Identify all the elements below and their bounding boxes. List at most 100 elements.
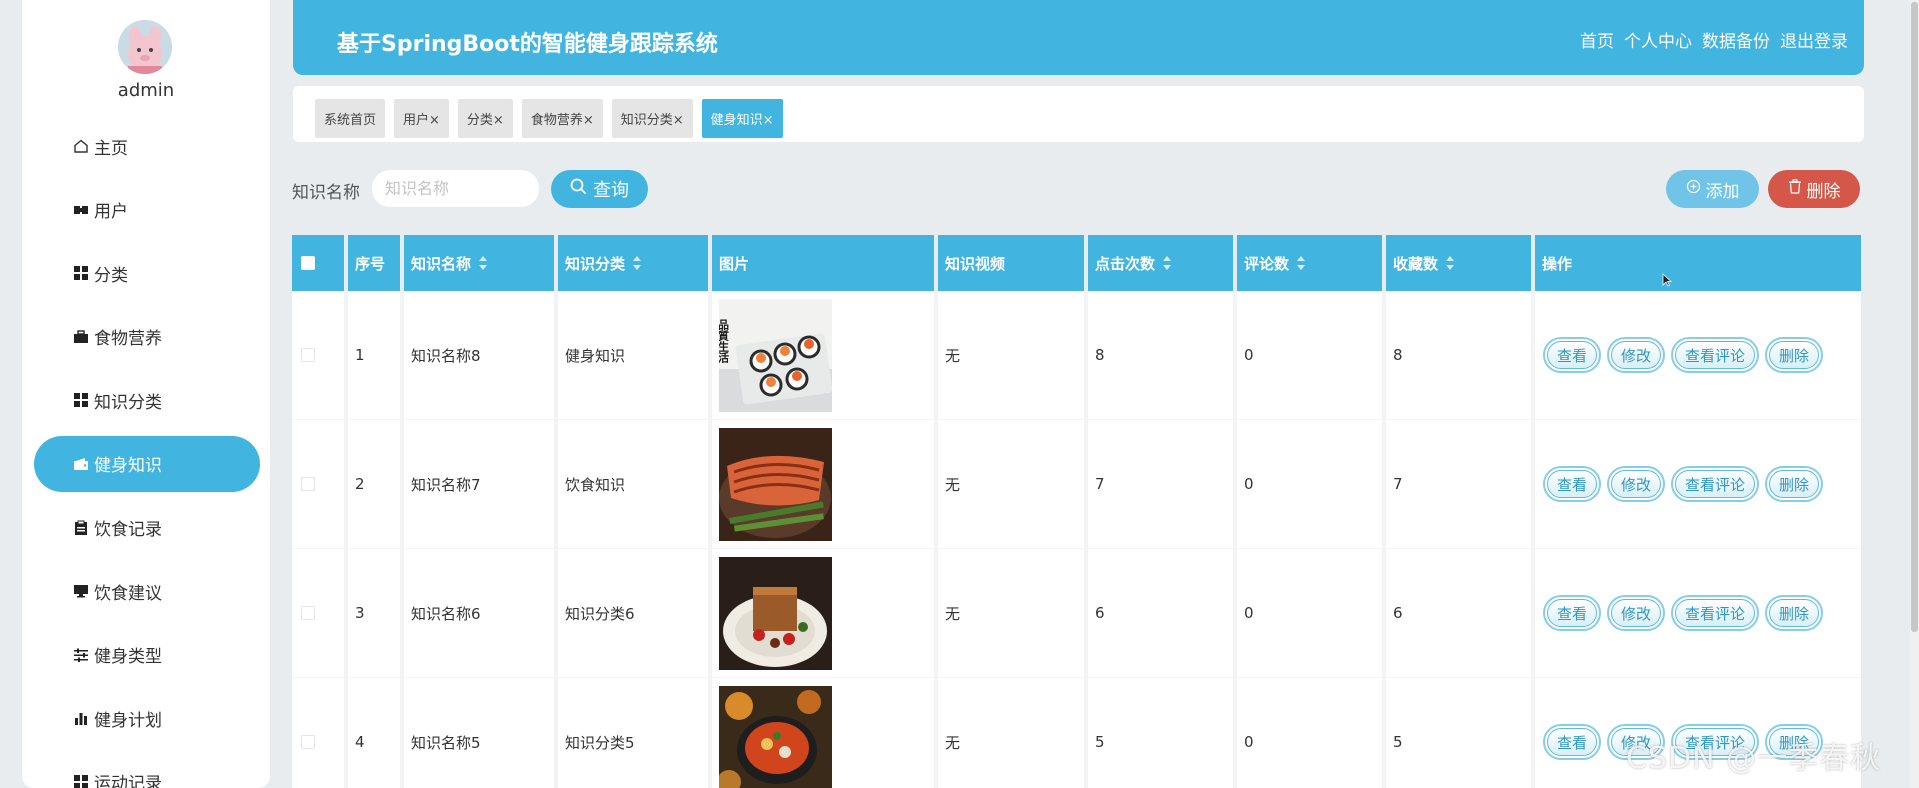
row-video: 无 — [938, 549, 1088, 678]
row-select-cell — [292, 549, 348, 678]
row-video: 无 — [938, 420, 1088, 549]
view-comments-button[interactable]: 查看评论 — [1671, 595, 1760, 631]
column-header-comments[interactable]: 评论数 — [1237, 235, 1386, 291]
sidebar-item-label: 饮食建议 — [94, 583, 162, 604]
row-category: 知识分类5 — [558, 678, 712, 788]
sidebar-item-users[interactable]: 用户 — [34, 182, 260, 238]
sidebar-item-knowledge-category[interactable]: 知识分类 — [34, 372, 260, 428]
avatar[interactable] — [118, 20, 172, 74]
column-header-image: 图片 — [712, 235, 938, 291]
tab-knowledge-category[interactable]: 知识分类× — [611, 99, 693, 138]
row-favorites: 8 — [1386, 291, 1535, 420]
tab-food-nutrition[interactable]: 食物营养× — [521, 99, 603, 138]
sidebar-item-category[interactable]: 分类 — [34, 245, 260, 301]
edit-button[interactable]: 修改 — [1607, 466, 1666, 502]
tab-system-home[interactable]: 系统首页 — [315, 99, 386, 138]
view-button[interactable]: 查看 — [1543, 337, 1602, 373]
home-icon — [72, 137, 90, 155]
column-header-category[interactable]: 知识分类 — [558, 235, 712, 291]
tabs-bar: 系统首页 用户× 分类× 食物营养× 知识分类× 健身知识× — [293, 86, 1864, 142]
query-button-label: 查询 — [593, 180, 629, 201]
sidebar-menu: 主页 用户 分类 食物营养 知识分类 健身知识 饮食记录 饮食建议 健身类型 健… — [34, 118, 260, 788]
sidebar-item-label: 食物营养 — [94, 329, 162, 350]
row-video: 无 — [938, 678, 1088, 788]
view-comments-button[interactable]: 查看评论 — [1671, 466, 1760, 502]
row-name: 知识名称6 — [404, 549, 558, 678]
nav-backup-link[interactable]: 数据备份 — [1702, 27, 1770, 52]
scrollbar[interactable] — [1910, 0, 1919, 788]
sidebar-item-exercise-record[interactable]: 运动记录 — [34, 754, 260, 788]
add-button[interactable]: 添加 — [1666, 170, 1759, 208]
sidebar-item-fitness-plan[interactable]: 健身计划 — [34, 690, 260, 746]
edit-button[interactable]: 修改 — [1607, 595, 1666, 631]
table-row: 2 知识名称7 饮食知识 无 7 0 7 查看 修改 查看评论 删除 — [292, 420, 1861, 549]
nav-profile-link[interactable]: 个人中心 — [1624, 27, 1692, 52]
trash-icon — [1788, 179, 1802, 199]
row-delete-button[interactable]: 删除 — [1765, 466, 1824, 502]
sidebar-item-label: 饮食记录 — [94, 520, 162, 541]
table-header: 序号 知识名称 知识分类 图片 知识视频 点击次数 评论数 收藏数 操作 — [292, 235, 1861, 291]
edit-button[interactable]: 修改 — [1607, 337, 1666, 373]
view-comments-button[interactable]: 查看评论 — [1671, 337, 1760, 373]
column-header-name[interactable]: 知识名称 — [404, 235, 558, 291]
row-category: 知识分类6 — [558, 549, 712, 678]
row-index: 2 — [348, 420, 404, 549]
row-checkbox[interactable] — [301, 348, 315, 362]
grid-icon — [72, 264, 90, 282]
grid-icon — [72, 773, 90, 788]
soup-dishes-image[interactable] — [719, 685, 832, 788]
row-index: 3 — [348, 549, 404, 678]
query-button[interactable]: 查询 — [551, 170, 648, 208]
view-button[interactable]: 查看 — [1543, 724, 1602, 760]
tab-fitness-knowledge[interactable]: 健身知识× — [701, 99, 783, 138]
row-image-cell — [712, 678, 938, 788]
sidebar-item-fitness-knowledge[interactable]: 健身知识 — [34, 435, 260, 492]
sidebar-item-diet-advice[interactable]: 饮食建议 — [34, 563, 260, 619]
sort-icon[interactable] — [1446, 256, 1455, 270]
select-all-cell — [292, 235, 348, 291]
knowledge-table: 序号 知识名称 知识分类 图片 知识视频 点击次数 评论数 收藏数 操作 1 知… — [292, 235, 1861, 788]
sort-icon[interactable] — [633, 256, 642, 270]
sort-icon[interactable] — [1163, 256, 1172, 270]
tab-users[interactable]: 用户× — [394, 99, 449, 138]
row-checkbox[interactable] — [301, 735, 315, 749]
search-input[interactable] — [372, 170, 539, 207]
select-all-checkbox[interactable] — [301, 256, 315, 270]
row-checkbox[interactable] — [301, 477, 315, 491]
delete-button[interactable]: 删除 — [1768, 170, 1860, 208]
view-button[interactable]: 查看 — [1543, 595, 1602, 631]
bar-chart-icon — [72, 709, 90, 727]
dessert-plate-image[interactable] — [719, 556, 832, 670]
row-checkbox[interactable] — [301, 606, 315, 620]
sidebar-item-diet-record[interactable]: 饮食记录 — [34, 500, 260, 556]
sidebar-item-fitness-type[interactable]: 健身类型 — [34, 627, 260, 683]
sushi-platter-image[interactable]: 品質生活 — [719, 298, 832, 412]
username: admin — [117, 80, 175, 101]
row-comments: 0 — [1237, 549, 1386, 678]
nav-logout-link[interactable]: 退出登录 — [1780, 27, 1848, 52]
tab-category[interactable]: 分类× — [457, 99, 513, 138]
wallet-icon — [72, 455, 90, 473]
row-name: 知识名称8 — [404, 291, 558, 420]
row-delete-button[interactable]: 删除 — [1765, 595, 1824, 631]
sidebar-item-label: 健身计划 — [94, 710, 162, 731]
column-header-clicks[interactable]: 点击次数 — [1088, 235, 1237, 291]
row-delete-button[interactable]: 删除 — [1765, 337, 1824, 373]
sidebar-item-food-nutrition[interactable]: 食物营养 — [34, 309, 260, 365]
scrollbar-thumb[interactable] — [1911, 2, 1918, 632]
sidebar-item-label: 知识分类 — [94, 392, 162, 413]
row-comments: 0 — [1237, 291, 1386, 420]
view-button[interactable]: 查看 — [1543, 466, 1602, 502]
nav-home-link[interactable]: 首页 — [1580, 27, 1614, 52]
table-body: 1 知识名称8 健身知识 品質生活 无 8 0 8 查看 修改 查看评论 删除 … — [292, 291, 1861, 788]
column-header-favorites[interactable]: 收藏数 — [1386, 235, 1535, 291]
clipboard-icon — [72, 519, 90, 537]
header-nav: 首页 个人中心 数据备份 退出登录 — [1580, 27, 1848, 52]
grid-icon — [72, 391, 90, 409]
sort-icon[interactable] — [1297, 256, 1306, 270]
sidebar-item-home[interactable]: 主页 — [34, 118, 260, 174]
grilled-salmon-image[interactable] — [719, 427, 832, 541]
sort-icon[interactable] — [479, 256, 488, 270]
row-image-cell: 品質生活 — [712, 291, 938, 420]
row-clicks: 6 — [1088, 549, 1237, 678]
